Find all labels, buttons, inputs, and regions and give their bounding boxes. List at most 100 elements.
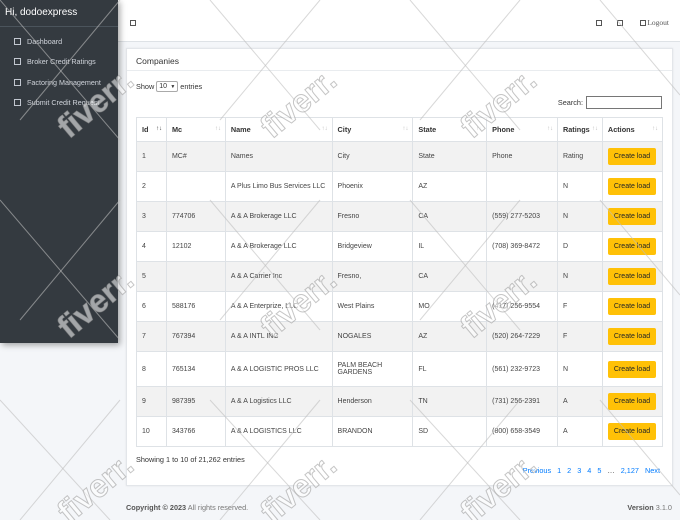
table-row: 6 588176 A & A Enterprize, LLC West Plains M… [136, 291, 664, 322]
cell-actions: Create load [601, 261, 664, 292]
create-load-button[interactable]: Create load [607, 360, 657, 378]
rights-text: All rights reserved. [187, 503, 249, 512]
pagination-page-5[interactable]: 5 [597, 466, 601, 475]
version-info: Version 3.1.0 [627, 503, 672, 512]
cell-rating: A [556, 416, 603, 447]
chevron-down-icon: ▼ [170, 83, 176, 90]
cell-name: A & A Logistics LLC [224, 386, 333, 417]
cell-name: A & A Brokerage LLC [224, 231, 333, 262]
cell-state: FL [412, 351, 488, 387]
pagination-page-4[interactable]: 4 [587, 466, 591, 475]
cell-id: 1 [136, 141, 167, 172]
version-label: Version [627, 503, 654, 512]
entries-length-control: Show 10 ▼ entries [136, 81, 202, 92]
create-load-button[interactable]: Create load [607, 148, 657, 165]
table-row: 2 A Plus Limo Bus Services LLC Phoenix AZ N C… [136, 171, 664, 202]
settings-icon[interactable] [617, 20, 623, 26]
cell-id: 7 [136, 321, 167, 352]
create-load-button[interactable]: Create load [607, 328, 657, 345]
cell-id: 3 [136, 201, 167, 232]
cell-phone: (559) 277-5203 [486, 201, 558, 232]
create-load-button[interactable]: Create load [607, 208, 657, 225]
cell-phone: (520) 264-7229 [486, 321, 558, 352]
cell-state: CA [412, 261, 488, 292]
sidebar-item-broker-credit-ratings[interactable]: Broker Credit Ratings [0, 52, 118, 73]
create-load-button[interactable]: Create load [607, 393, 657, 410]
cell-mc: 774706 [165, 201, 226, 232]
column-header-phone[interactable]: Phone ↑↓ [486, 117, 558, 142]
create-load-button[interactable]: Create load [607, 298, 657, 315]
cell-city: BRANDON [331, 416, 414, 447]
logout-link[interactable]: Logout [640, 18, 669, 27]
cell-city: City [331, 141, 414, 172]
cell-mc: 987395 [165, 386, 226, 417]
pagination-page-3[interactable]: 3 [577, 466, 581, 475]
card-title: Companies [127, 49, 672, 71]
sort-icon: ↑↓ [652, 126, 658, 132]
search-input[interactable] [586, 96, 662, 109]
create-load-button[interactable]: Create load [607, 178, 657, 195]
cell-rating: N [556, 201, 603, 232]
sidebar-item-dashboard[interactable]: Dashboard [0, 31, 118, 52]
cell-rating: N [556, 171, 603, 202]
sort-icon: ↑↓ [476, 126, 483, 132]
pagination-previous[interactable]: Previous [523, 466, 551, 475]
pagination: Previous 1 2 3 4 5 … 2,127 Next [523, 466, 660, 475]
create-load-button[interactable]: Create load [607, 268, 657, 285]
entries-select[interactable]: 10 ▼ [156, 81, 179, 92]
cell-state: TN [412, 386, 488, 417]
sort-asc-icon: ↑↓ [155, 126, 162, 132]
pagination-page-1[interactable]: 1 [557, 466, 561, 475]
table-row: 8 765134 A & A LOGISTIC PROS LLC PALM BEACH… [136, 351, 664, 387]
cell-id: 5 [136, 261, 167, 292]
logout-icon [640, 19, 647, 26]
pagination-last-page[interactable]: 2,127 [621, 466, 639, 475]
sort-icon: ↑↓ [546, 126, 553, 132]
column-header-mc[interactable]: Mc ↑↓ [165, 117, 226, 142]
copyright-text: Copyright © 2023 [126, 503, 187, 512]
cell-phone: (800) 658-3549 [486, 416, 558, 447]
sidebar-item-factoring-management[interactable]: Factoring Management [0, 72, 118, 93]
cell-name: A & A Brokerage LLC [224, 201, 333, 232]
cell-id: 4 [136, 231, 167, 262]
pagination-next[interactable]: Next [645, 466, 660, 475]
cell-actions: Create load [601, 231, 664, 262]
pagination-ellipsis: … [607, 466, 615, 475]
cell-city: Fresno, [331, 261, 414, 292]
cell-id: 10 [136, 416, 167, 447]
cell-actions: Create load [601, 291, 664, 322]
cell-actions: Create load [601, 171, 664, 202]
column-header-id[interactable]: Id ↑↓ [136, 117, 167, 142]
column-header-city[interactable]: City ↑↓ [331, 117, 414, 142]
column-header-state[interactable]: State ↑↓ [412, 117, 488, 142]
cell-actions: Create load [601, 351, 664, 387]
menu-toggle-icon[interactable] [130, 20, 136, 26]
table-row: 10 343766 A & A LOGISTICS LLC BRANDON SD (800… [136, 416, 664, 447]
sort-icon: ↑↓ [214, 126, 221, 132]
sidebar-item-submit-credit-request[interactable]: Submit Credit Request [0, 93, 118, 114]
cell-mc: 343766 [165, 416, 226, 447]
cell-rating: N [556, 351, 603, 387]
cell-name: A & A Enterprize, LLC [224, 291, 333, 322]
fullscreen-icon[interactable] [596, 20, 602, 26]
cell-city: PALM BEACH GARDENS [331, 351, 414, 387]
column-header-ratings[interactable]: Ratings ↑↓ [556, 117, 603, 142]
cell-state: SD [412, 416, 488, 447]
cell-name: A & A LOGISTICS LLC [224, 416, 333, 447]
cell-phone: (708) 369-8472 [486, 231, 558, 262]
cell-rating: D [556, 231, 603, 262]
create-load-button[interactable]: Create load [607, 423, 657, 440]
column-header-actions[interactable]: Actions ↑↓ [601, 117, 664, 142]
cell-rating: F [556, 291, 603, 322]
table-row: 9 987395 A & A Logistics LLC Henderson TN (73… [136, 386, 664, 417]
cell-name: A & A Carrier Inc [224, 261, 333, 292]
column-header-name[interactable]: Name ↑↓ [224, 117, 333, 142]
create-load-button[interactable]: Create load [607, 238, 657, 255]
cell-phone [486, 261, 558, 292]
cell-id: 8 [136, 351, 167, 387]
pagination-page-2[interactable]: 2 [567, 466, 571, 475]
cell-phone [486, 171, 558, 202]
cell-actions: Create load [601, 201, 664, 232]
table-row: 5 A & A Carrier Inc Fresno, CA N Create load [136, 261, 664, 292]
companies-card: Companies Show 10 ▼ entries Search: Id ↑↓ … [126, 48, 673, 486]
